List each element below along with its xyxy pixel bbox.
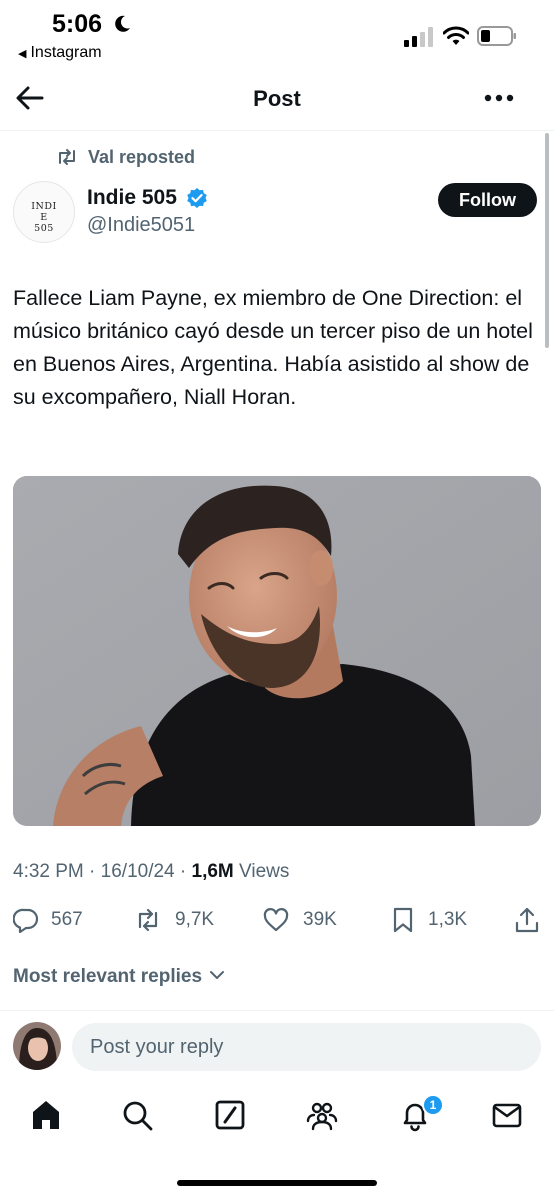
avatar-logo-text: INDIE 505 xyxy=(31,201,57,234)
reply-count: 567 xyxy=(51,909,83,930)
battery-icon xyxy=(477,26,516,46)
scrollbar-thumb[interactable] xyxy=(545,133,549,348)
mail-icon[interactable] xyxy=(490,1098,524,1132)
header-divider xyxy=(0,130,554,131)
post-text: Fallece Liam Payne, ex miembro de One Di… xyxy=(13,286,533,409)
search-icon[interactable] xyxy=(120,1098,154,1132)
repost-icon xyxy=(59,149,75,165)
post-time: 4:32 PM xyxy=(13,861,84,882)
share-icon[interactable] xyxy=(514,906,540,934)
views-label: Views xyxy=(239,861,290,882)
repost-action-icon xyxy=(138,908,158,932)
cellular-signal-icon xyxy=(404,27,433,47)
back-app-label: Instagram xyxy=(30,44,102,61)
replies-sort-label: Most relevant replies xyxy=(13,966,203,987)
reply-button[interactable]: 567 xyxy=(13,904,83,936)
replies-sort-dropdown[interactable]: Most relevant replies xyxy=(13,966,225,988)
back-to-app-link[interactable]: ◀ Instagram xyxy=(18,44,102,62)
grok-icon[interactable] xyxy=(213,1098,247,1132)
bookmark-icon xyxy=(393,907,413,933)
author-avatar[interactable]: INDIE 505 xyxy=(13,181,75,243)
repost-count: 9,7K xyxy=(175,909,215,930)
bookmark-count: 1,3K xyxy=(428,909,468,930)
portrait-image xyxy=(13,476,541,826)
chevron-down-icon xyxy=(210,971,225,979)
user-avatar-image xyxy=(13,1022,61,1070)
user-avatar[interactable] xyxy=(13,1022,61,1070)
like-button[interactable]: 39K xyxy=(261,904,337,936)
like-count: 39K xyxy=(303,909,337,930)
back-triangle-icon: ◀ xyxy=(18,48,27,60)
reply-input[interactable] xyxy=(72,1023,541,1071)
author-handle[interactable]: @Indie5051 xyxy=(87,214,195,237)
repost-button[interactable]: 9,7K xyxy=(133,904,214,936)
verified-badge-icon xyxy=(187,188,207,208)
wifi-icon xyxy=(443,26,469,45)
reply-icon xyxy=(13,908,39,933)
follow-button[interactable]: Follow xyxy=(438,183,537,217)
status-time: 5:06 xyxy=(52,10,103,38)
notifications-badge: 1 xyxy=(422,1094,444,1116)
author-name[interactable]: Indie 505 xyxy=(87,186,177,210)
more-icon[interactable] xyxy=(484,94,514,102)
post-date: 16/10/24 xyxy=(100,861,175,882)
repost-context[interactable]: Val reposted xyxy=(88,147,195,168)
home-icon[interactable] xyxy=(29,1098,63,1132)
post-meta: 4:32 PM · 16/10/24 · 1,6M Views xyxy=(13,861,290,882)
like-icon xyxy=(263,908,289,932)
bookmark-button[interactable]: 1,3K xyxy=(390,904,467,936)
page-title: Post xyxy=(253,86,301,111)
moon-icon xyxy=(115,15,130,32)
composer-divider xyxy=(0,1010,554,1011)
home-indicator[interactable] xyxy=(177,1180,377,1186)
post-photo[interactable] xyxy=(13,476,541,826)
views-count[interactable]: 1,6M xyxy=(192,861,234,882)
communities-icon[interactable] xyxy=(305,1098,339,1132)
